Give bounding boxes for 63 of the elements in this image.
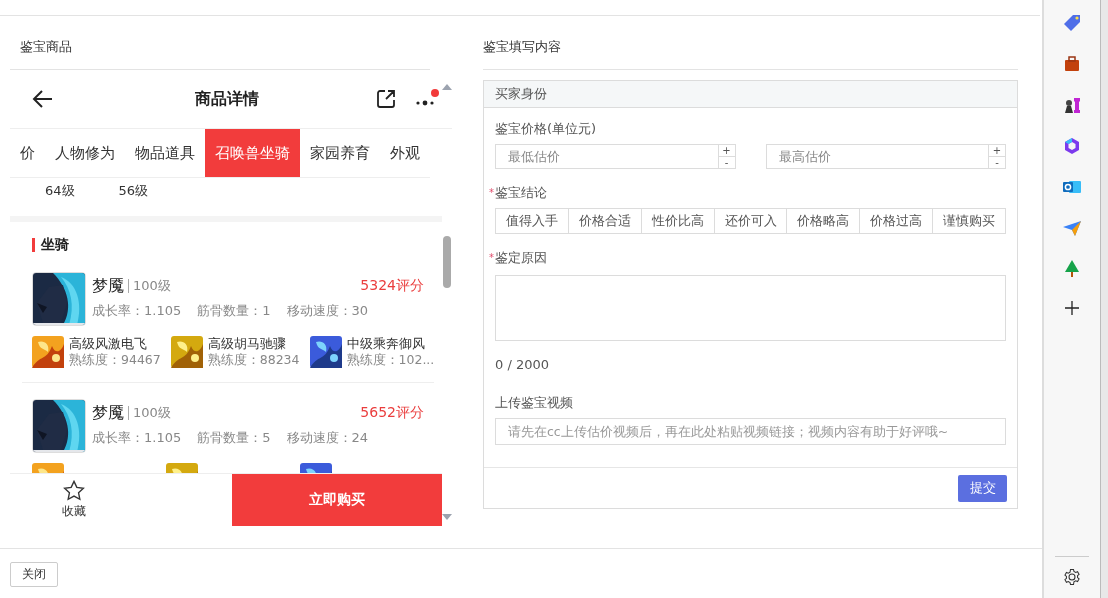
option-button[interactable]: 性价比高	[640, 208, 715, 234]
decrement-button[interactable]: -	[989, 157, 1005, 168]
section-title: 坐骑	[41, 236, 69, 254]
number-field[interactable]: 最低估价 + -	[495, 144, 736, 169]
field-label: 鉴定原因	[495, 249, 547, 267]
skill-name: 高级胡马驰骤	[207, 336, 287, 352]
mount-stat: 成长率：1.105	[92, 429, 182, 447]
character-counter: 0 / 2000	[495, 357, 550, 372]
required-mark: *	[489, 251, 495, 265]
number-field[interactable]: 最高估价 + -	[765, 144, 1006, 169]
mount-stat: 移动速度：30	[286, 302, 369, 320]
field-label: 上传鉴宝视频	[495, 394, 573, 412]
star-icon[interactable]	[63, 480, 85, 501]
field-label: 鉴宝价格(单位元)	[495, 120, 597, 138]
mount-level: 100级	[133, 277, 171, 295]
panel-title: 鉴宝填写内容	[483, 16, 1018, 70]
back-arrow-icon[interactable]	[32, 89, 54, 109]
option-button[interactable]: 价格合适	[567, 208, 642, 234]
page-title: 商品详情	[194, 88, 260, 110]
section-title: 买家身份	[495, 86, 547, 101]
mount-stat: 成长率：1.105	[92, 302, 182, 320]
mount-stat: 筋骨数量：1	[197, 302, 271, 320]
copilot-icon[interactable]	[1062, 136, 1082, 156]
option-button[interactable]: 谨慎购买	[932, 208, 1006, 234]
mount-stat: 移动速度：24	[286, 429, 369, 447]
level-label: 64级	[45, 182, 75, 200]
increment-button[interactable]: +	[989, 145, 1005, 157]
buy-now-button[interactable]: 立即购买	[232, 474, 442, 526]
field-label: 鉴宝结论	[495, 184, 547, 202]
mount-score: 5324评分	[360, 277, 424, 295]
skill-name: 高级风激电飞	[69, 336, 148, 352]
skill-proficiency: 熟练度：102...	[346, 352, 435, 368]
mount-stat: 筋骨数量：5	[197, 429, 271, 447]
mount-score: 5652评分	[360, 404, 424, 422]
submit-button[interactable]: 提交	[958, 474, 1007, 502]
settings-icon[interactable]	[1063, 568, 1081, 586]
mount-level: 100级	[133, 404, 171, 422]
chess-icon[interactable]	[1062, 95, 1082, 115]
share-icon[interactable]	[376, 89, 396, 109]
scrollbar-thumb[interactable]	[443, 236, 451, 288]
tab[interactable]: 召唤兽坐骑	[205, 129, 300, 177]
favorite-label[interactable]: 收藏	[62, 503, 86, 520]
tag-icon[interactable]	[1062, 13, 1082, 33]
video-link-field[interactable]: 请先在cc上传估价视频后，再在此处粘贴视频链接；视频内容有助于好评哦~	[495, 418, 1006, 445]
level-label: 56级	[118, 182, 149, 200]
option-button[interactable]: 价格过高	[859, 208, 934, 234]
decrement-button[interactable]: -	[718, 157, 735, 168]
required-mark: *	[489, 186, 495, 200]
briefcase-icon[interactable]	[1062, 54, 1082, 74]
increment-button[interactable]: +	[718, 145, 735, 157]
add-icon[interactable]	[1064, 300, 1080, 316]
option-button[interactable]: 价格略高	[786, 208, 861, 234]
paper-plane-icon[interactable]	[1062, 218, 1082, 238]
skill-proficiency: 熟练度：88234	[207, 352, 300, 368]
skill-proficiency: 熟练度：94467	[69, 352, 161, 368]
option-button[interactable]: 还价可入	[713, 208, 788, 234]
tree-icon[interactable]	[1062, 259, 1082, 279]
mount-name: 梦魇	[92, 275, 124, 297]
close-button[interactable]: 关闭	[10, 561, 58, 587]
option-button[interactable]: 值得入手	[495, 208, 569, 234]
skill-name: 中级乘奔御风	[346, 336, 426, 352]
panel-title: 鉴宝商品	[10, 16, 430, 70]
mount-name: 梦魇	[92, 402, 124, 424]
